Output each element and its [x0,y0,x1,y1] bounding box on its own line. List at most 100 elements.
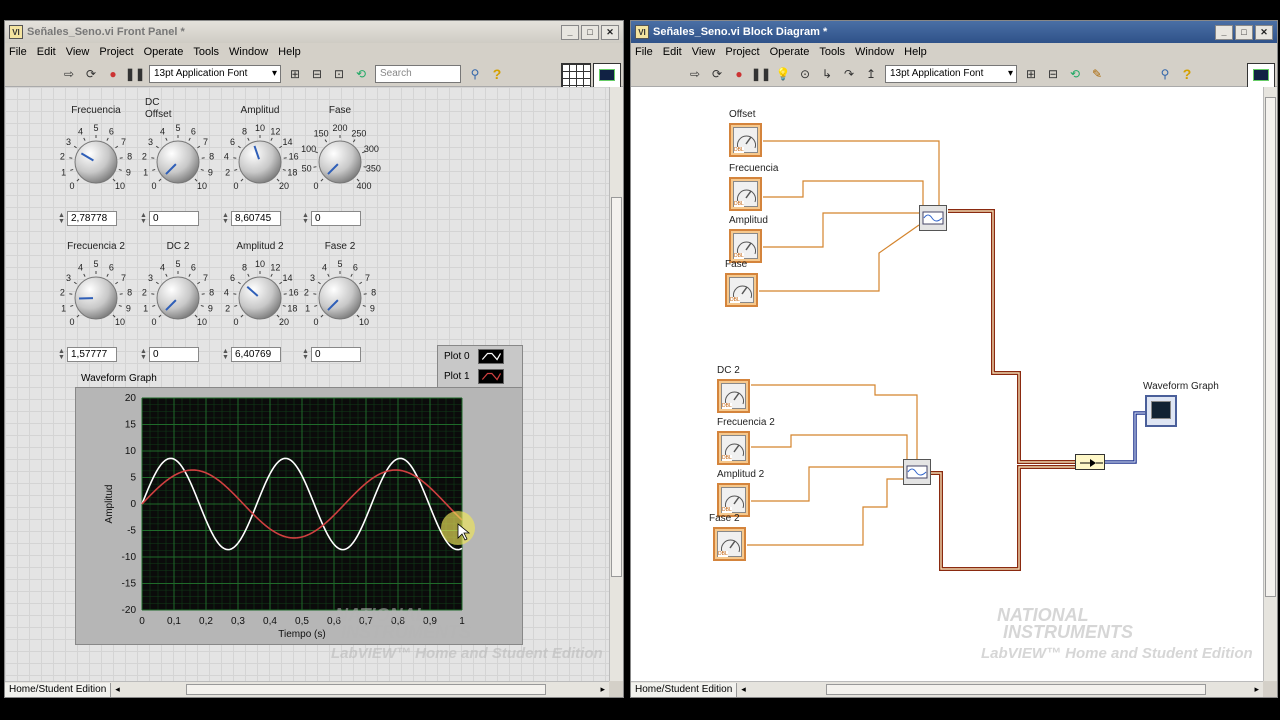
highlight-execution-icon[interactable]: 💡 [775,66,791,82]
block-diagram-titlebar[interactable]: VI Señales_Seno.vi Block Diagram * _ □ ✕ [631,21,1277,43]
pause-icon[interactable]: ❚❚ [125,66,145,82]
knob-terminal-amplitud[interactable]: DBL [729,229,762,263]
run-continuously-icon[interactable]: ⟳ [83,66,99,82]
knob-dc-2-body[interactable] [156,276,200,320]
knob-terminal-amplitud-2[interactable]: DBL [717,483,750,517]
knob-amplitud-increment-decrement[interactable]: ▲ ▼ [221,211,230,226]
run-arrow-icon[interactable]: ⇨ [687,66,703,82]
abort-icon[interactable]: ● [105,66,121,82]
menu-file[interactable]: File [9,46,27,58]
knob-fase-2-increment-decrement[interactable]: ▲ ▼ [301,347,310,362]
hscroll-thumb[interactable] [185,684,546,695]
menu-help[interactable]: Help [278,46,301,58]
knob-fase[interactable]: 050 100 150200 250 300 350 400 [297,119,383,205]
minimize-button[interactable]: _ [561,24,579,40]
knob-frecuencia-2-numeric[interactable]: 1,57777 [67,347,117,362]
knob-fase-numeric[interactable]: 0 [311,211,361,226]
font-select[interactable]: 13pt Application Font ▾ [149,64,281,83]
menu-edit[interactable]: Edit [37,46,56,58]
step-into-icon[interactable]: ↳ [819,66,835,82]
sine-waveform-vi-1[interactable] [919,205,947,231]
wire[interactable] [751,434,908,459]
search-icon[interactable]: ⚲ [467,66,483,82]
block-diagram-vertical-scrollbar[interactable] [1263,87,1277,681]
run-continuously-icon[interactable]: ⟳ [709,66,725,82]
run-arrow-icon[interactable]: ⇨ [61,66,77,82]
menu-operate[interactable]: Operate [770,46,810,58]
help-icon[interactable]: ? [489,66,505,82]
knob-dc-2-numeric[interactable]: 0 [149,347,199,362]
align-objects-icon[interactable]: ⊞ [287,66,303,82]
maximize-button[interactable]: □ [581,24,599,40]
legend-plot-1[interactable]: Plot 1 [438,366,522,386]
clean-up-diagram-icon[interactable]: ✎ [1089,66,1105,82]
scroll-right-icon[interactable]: ▸ [1254,684,1259,695]
scroll-thumb[interactable] [611,197,622,577]
knob-amplitud-numeric[interactable]: 8,60745 [231,211,281,226]
align-objects-icon[interactable]: ⊞ [1023,66,1039,82]
build-array-node[interactable] [1075,454,1105,470]
block-diagram-canvas[interactable]: Offset DBL Frecuencia DBL Amplitud DBL Fase DBL… [631,87,1263,681]
knob-amplitud-2-body[interactable] [238,276,282,320]
knob-dc-offset-numeric[interactable]: 0 [149,211,199,226]
knob-fase-2-body[interactable] [318,276,362,320]
knob-amplitud-2-increment-decrement[interactable]: ▲ ▼ [221,347,230,362]
front-panel-horizontal-scrollbar[interactable]: Home/Student Edition ◂ ▸ [5,681,609,697]
wire[interactable] [931,466,1075,570]
front-panel-vertical-scrollbar[interactable] [609,87,623,681]
knob-frecuencia-2-increment-decrement[interactable]: ▲ ▼ [57,347,66,362]
knob-amplitud-2-numeric[interactable]: 6,40769 [231,347,281,362]
knob-fase-body[interactable] [318,140,362,184]
knob-amplitud-2[interactable]: 02468 10 1214161820 [217,255,303,341]
knob-terminal-fase[interactable]: DBL [725,273,758,307]
wire[interactable] [931,465,1075,571]
knob-dc-offset-increment-decrement[interactable]: ▲ ▼ [139,211,148,226]
knob-terminal-fase-2[interactable]: DBL [713,527,746,561]
pause-icon[interactable]: ❚❚ [751,66,771,82]
wire[interactable] [747,478,903,546]
knob-fase-2-numeric[interactable]: 0 [311,347,361,362]
distribute-objects-icon[interactable]: ⊟ [309,66,325,82]
menu-window[interactable]: Window [229,46,268,58]
sine-waveform-vi-2[interactable] [903,459,931,485]
minimize-button[interactable]: _ [1215,24,1233,40]
distribute-objects-icon[interactable]: ⊟ [1045,66,1061,82]
wire[interactable] [1105,412,1145,463]
menu-project[interactable]: Project [725,46,759,58]
knob-fase-2[interactable]: 01 234 5 678 910 [297,255,383,341]
legend-plot-0[interactable]: Plot 0 [438,346,522,366]
knob-frecuencia-body[interactable] [74,140,118,184]
menu-view[interactable]: View [692,46,716,58]
knob-dc-offset-body[interactable] [156,140,200,184]
knob-terminal-offset[interactable]: DBL [729,123,762,157]
menu-help[interactable]: Help [904,46,927,58]
knob-frecuencia-2[interactable]: 01 234 5 678 910 [53,255,139,341]
menu-project[interactable]: Project [99,46,133,58]
menu-tools[interactable]: Tools [193,46,219,58]
knob-frecuencia[interactable]: 01 234 5 678 910 [53,119,139,205]
plot-legend[interactable]: Plot 0 Plot 1 [437,345,523,389]
knob-frecuencia-increment-decrement[interactable]: ▲ ▼ [57,211,66,226]
front-panel-titlebar[interactable]: VI Señales_Seno.vi Front Panel * _ □ ✕ [5,21,623,43]
menu-operate[interactable]: Operate [144,46,184,58]
front-panel-canvas[interactable]: Frecuencia 0 1 2 3 4 5 6 7 8 9 10 ▲ ▼ 2,78778 DC Offset… [5,87,609,681]
knob-dc-2-increment-decrement[interactable]: ▲ ▼ [139,347,148,362]
maximize-button[interactable]: □ [1235,24,1253,40]
knob-fase-increment-decrement[interactable]: ▲ ▼ [301,211,310,226]
scroll-right-icon[interactable]: ▸ [600,684,605,695]
scroll-left-icon[interactable]: ◂ [741,684,746,695]
abort-icon[interactable]: ● [731,66,747,82]
knob-amplitud-body[interactable] [238,140,282,184]
step-out-icon[interactable]: ↥ [863,66,879,82]
knob-frecuencia-numeric[interactable]: 2,78778 [67,211,117,226]
search-input[interactable]: Search [375,64,461,83]
wire[interactable] [763,180,924,205]
wire[interactable] [751,384,918,459]
step-over-icon[interactable]: ↷ [841,66,857,82]
close-button[interactable]: ✕ [601,24,619,40]
knob-dc-2[interactable]: 01 234 5 678 910 [135,255,221,341]
close-button[interactable]: ✕ [1255,24,1273,40]
wire[interactable] [763,140,940,205]
menu-view[interactable]: View [66,46,90,58]
knob-terminal-dc-2[interactable]: DBL [717,379,750,413]
